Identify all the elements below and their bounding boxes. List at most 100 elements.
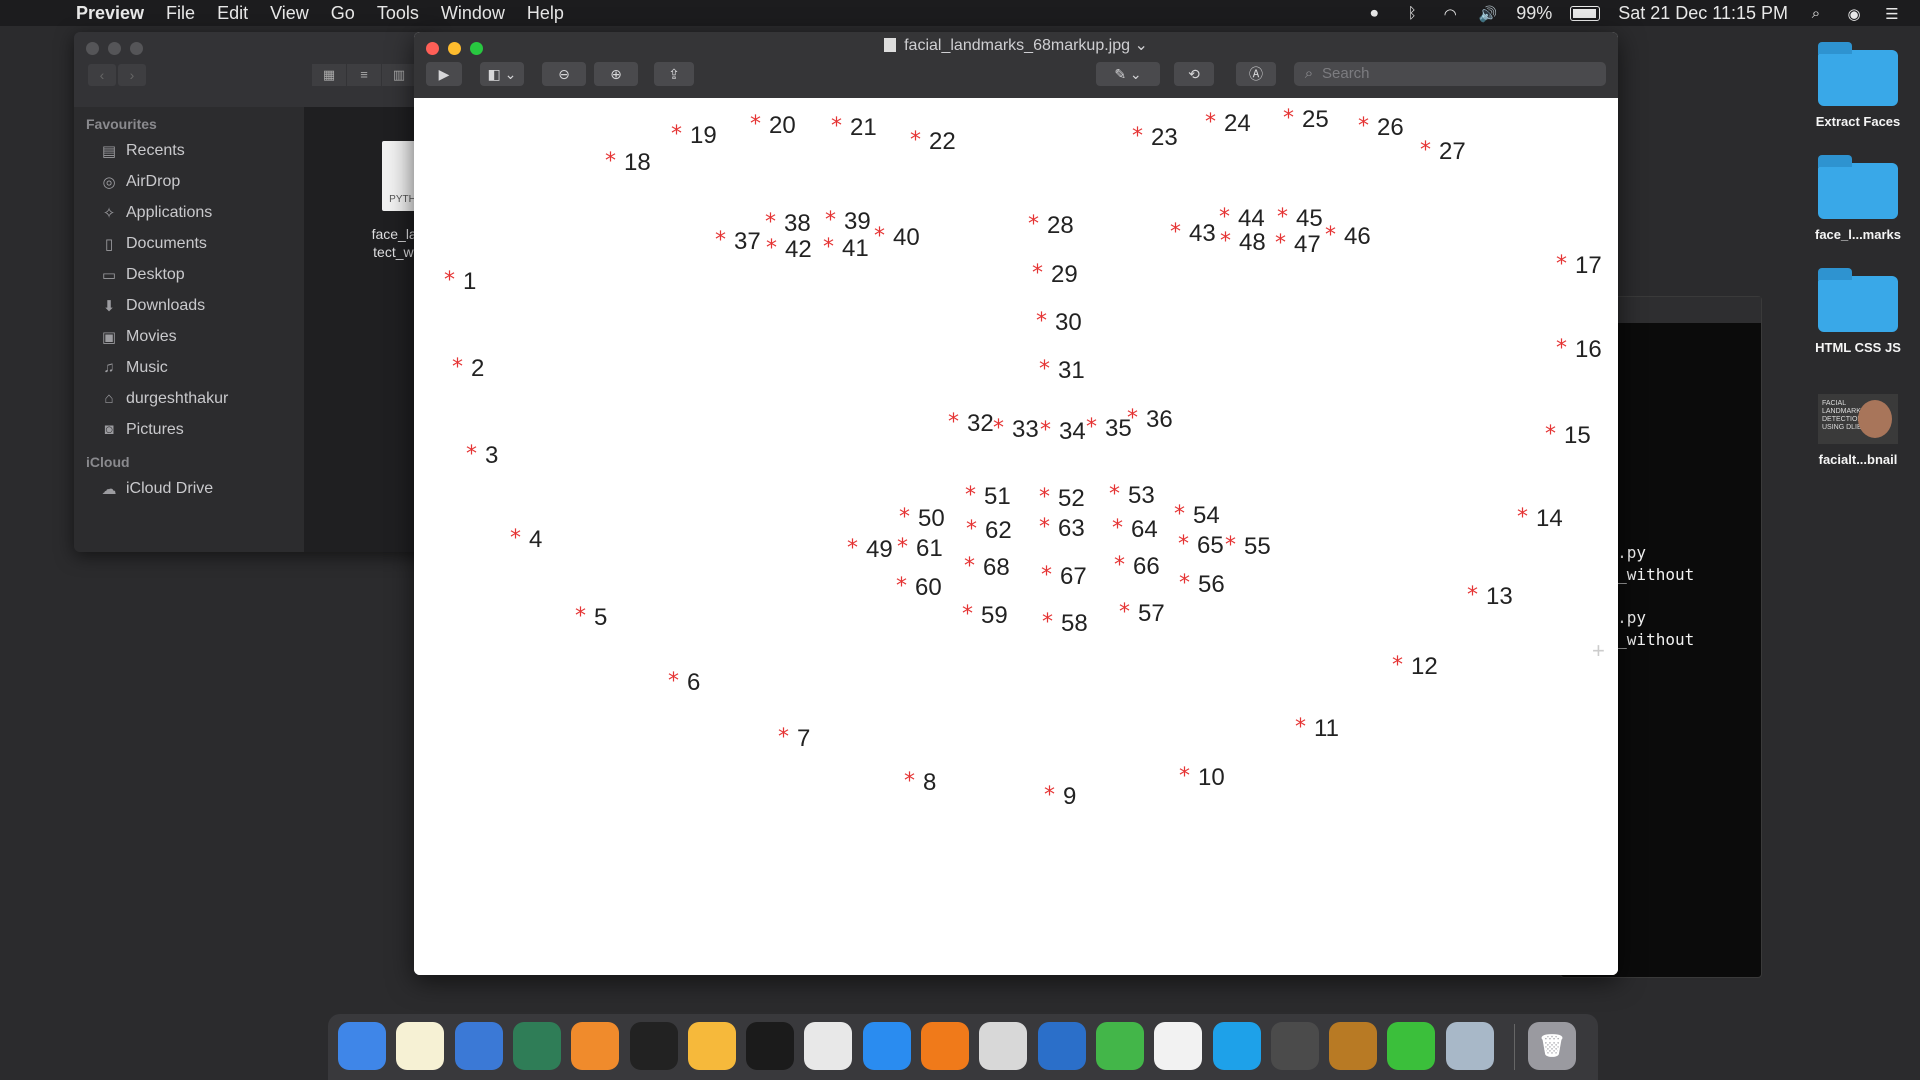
window-title[interactable]: facial_landmarks_68markup.jpg ⌄ (414, 35, 1618, 55)
icon-view-icon[interactable]: ▦ (312, 64, 346, 86)
sidebar-item-desktop[interactable]: ▭ Desktop (74, 259, 304, 290)
markup-pen-button[interactable]: ✎ ⌄ (1096, 62, 1160, 86)
utorrent-app-icon[interactable] (1387, 1022, 1436, 1070)
sidebar-item-music[interactable]: ♫ Music (74, 352, 304, 383)
bluetooth-icon[interactable]: ᛒ (1402, 5, 1422, 22)
record-icon[interactable]: ⏺ (1364, 5, 1384, 22)
asterisk-marker-icon: * (1392, 653, 1403, 678)
asterisk-marker-icon: * (847, 536, 858, 561)
finder-zoom-button[interactable] (130, 42, 143, 55)
sidebar-item-documents[interactable]: ▯ Documents (74, 228, 304, 259)
film-icon: ▣ (101, 328, 117, 346)
final-cut-app-icon[interactable] (1270, 1022, 1319, 1070)
sidebar-item-icloud-drive[interactable]: ☁ iCloud Drive (74, 473, 304, 504)
menu-tools[interactable]: Tools (377, 3, 419, 24)
sidebar-item-movies[interactable]: ▣ Movies (74, 321, 304, 352)
sidebar-item-downloads[interactable]: ⬇ Downloads (74, 290, 304, 321)
back-arrow-icon[interactable]: ‹ (88, 64, 116, 86)
sidebar-item-home[interactable]: ⌂ durgeshthakur (74, 383, 304, 414)
landmark-label: 2 (471, 355, 485, 382)
battery-icon[interactable] (1570, 5, 1601, 21)
sidebar-item-recents[interactable]: ▤ Recents (74, 135, 304, 166)
sidebar-item-label: Music (126, 358, 168, 376)
search-field[interactable]: ⌕ (1294, 62, 1606, 86)
sidebar-section-icloud: iCloud (86, 454, 130, 470)
menu-edit[interactable]: Edit (217, 3, 248, 24)
asterisk-marker-icon: * (1275, 231, 1286, 256)
column-view-icon[interactable]: ▥ (382, 64, 416, 86)
siri-icon[interactable]: ◉ (1844, 5, 1864, 23)
sidebar-item-pictures[interactable]: ◙ Pictures (74, 414, 304, 445)
desktop-file-thumbnail[interactable]: FACIAL LANDMARK DETECTION USING DLIB fac… (1798, 394, 1918, 467)
finder-minimize-button[interactable] (108, 42, 121, 55)
asterisk-marker-icon: * (466, 442, 477, 467)
landmark-label: 31 (1058, 357, 1085, 384)
spotlight-icon[interactable]: ⌕ (1806, 5, 1826, 22)
document-icon: ▯ (104, 235, 114, 253)
list-view-icon[interactable]: ≡ (347, 64, 381, 86)
skype-app-icon[interactable] (1212, 1022, 1261, 1070)
desktop-folder-extract-faces[interactable]: Extract Faces (1798, 42, 1918, 129)
desktop-folder-html-css-js[interactable]: HTML CSS JS (1798, 268, 1918, 355)
xcode-app-icon[interactable] (454, 1022, 503, 1070)
landmark-label: 39 (844, 208, 871, 235)
asterisk-marker-icon: * (904, 769, 915, 794)
wifi-icon[interactable]: ◠ (1440, 5, 1460, 23)
menu-help[interactable]: Help (527, 3, 564, 24)
search-input[interactable] (1320, 64, 1584, 83)
desktop-folder-face-landmarks[interactable]: face_l...marks (1798, 155, 1918, 242)
share-button[interactable]: ⇪ (654, 62, 694, 86)
clock[interactable]: Sat 21 Dec 11:15 PM (1618, 3, 1788, 24)
asterisk-marker-icon: * (1040, 418, 1051, 443)
notes-app-icon[interactable] (396, 1022, 445, 1070)
markup-toolbar-button[interactable]: Ⓐ (1236, 62, 1276, 86)
slideshow-button[interactable]: ▶ (426, 62, 462, 86)
screenshot-app-icon[interactable] (979, 1022, 1028, 1070)
forward-arrow-icon[interactable]: › (118, 64, 146, 86)
slack-app-icon[interactable] (1154, 1022, 1203, 1070)
finder-app-icon[interactable] (338, 1022, 386, 1070)
landmark-label: 36 (1146, 406, 1173, 433)
asterisk-marker-icon: * (715, 228, 726, 253)
preview-titlebar: facial_landmarks_68markup.jpg ⌄ ▶ ◧ ⌄ ⊖ … (414, 32, 1618, 98)
transmit-app-icon[interactable] (1095, 1022, 1144, 1070)
menu-window[interactable]: Window (441, 3, 505, 24)
unity-app-icon[interactable] (629, 1022, 678, 1070)
preview-app-icon[interactable] (1445, 1022, 1494, 1070)
zoom-in-button[interactable]: ⊕ (594, 62, 638, 86)
chrome-app-icon[interactable] (804, 1022, 853, 1070)
asterisk-marker-icon: * (444, 268, 455, 293)
safari-app-icon[interactable] (862, 1022, 911, 1070)
terminal-app-icon[interactable] (746, 1022, 795, 1070)
asterisk-marker-icon: * (1225, 533, 1236, 558)
folder-icon (1818, 155, 1898, 219)
sublime-text-app-icon[interactable] (571, 1022, 620, 1070)
edge-app-icon[interactable] (1037, 1022, 1086, 1070)
rotate-button[interactable]: ⟲ (1174, 62, 1214, 86)
volume-icon[interactable]: 🔊 (1478, 5, 1498, 23)
chevron-down-icon: ⌄ (1134, 37, 1148, 54)
menu-file[interactable]: File (166, 3, 195, 24)
firefox-app-icon[interactable] (921, 1022, 969, 1070)
notification-center-icon[interactable]: ☰ (1882, 5, 1902, 23)
cocktail-app-icon[interactable] (1329, 1022, 1378, 1070)
sidebar-toggle-button[interactable]: ◧ ⌄ (480, 62, 524, 86)
menu-go[interactable]: Go (331, 3, 355, 24)
asterisk-marker-icon: * (966, 517, 977, 542)
android-studio-app-icon[interactable] (512, 1022, 561, 1070)
camera-icon: ◙ (104, 421, 114, 438)
sidebar-item-label: AirDrop (126, 172, 181, 190)
zoom-out-button[interactable]: ⊖ (542, 62, 586, 86)
landmark-label: 9 (1063, 783, 1077, 810)
thumbnail-caption: FACIAL LANDMARK DETECTION USING DLIB (1822, 400, 1863, 431)
sidebar-item-airdrop[interactable]: ◎ AirDrop (74, 166, 304, 197)
trash-icon[interactable]: 🗑 (1528, 1022, 1576, 1070)
asterisk-marker-icon: * (750, 112, 761, 137)
battery-percent[interactable]: 99% (1516, 3, 1552, 24)
sketch-app-icon[interactable] (687, 1022, 736, 1070)
finder-close-button[interactable] (86, 42, 99, 55)
menu-app-name[interactable]: Preview (76, 3, 144, 24)
sidebar-item-applications[interactable]: ✧ Applications (74, 197, 304, 228)
landmark-label: 46 (1344, 223, 1371, 250)
menu-view[interactable]: View (270, 3, 309, 24)
